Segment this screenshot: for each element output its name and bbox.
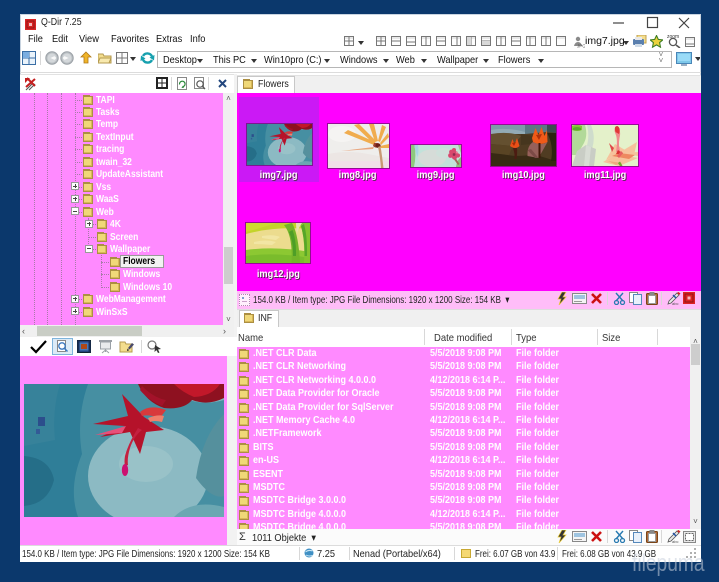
svg-text:abc: abc	[672, 301, 678, 305]
svg-text:abc: abc	[672, 539, 678, 543]
svg-text:zoom: zoom	[667, 34, 679, 40]
svg-text:JPG: JPG	[577, 44, 585, 49]
